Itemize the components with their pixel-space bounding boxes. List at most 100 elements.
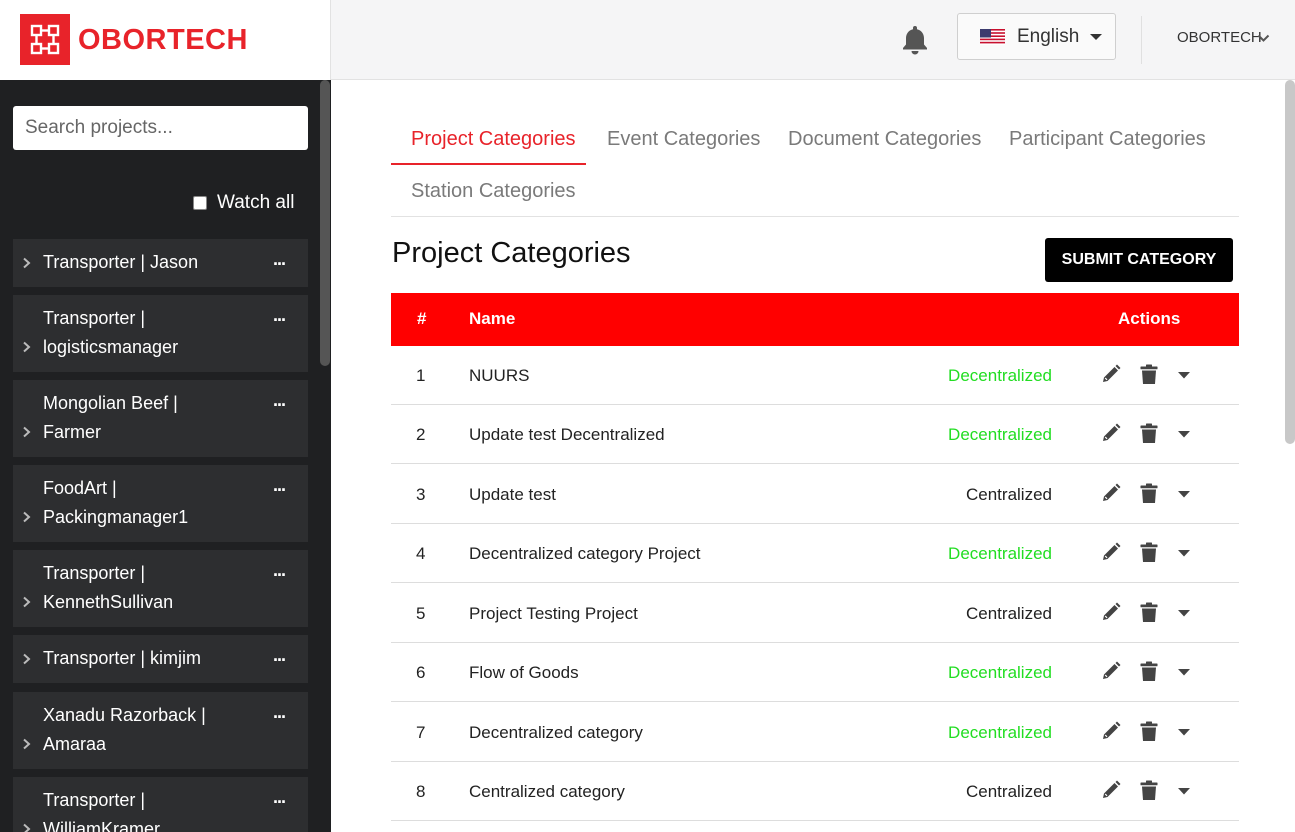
pencil-icon[interactable]	[1101, 423, 1121, 443]
sidebar-project-item[interactable]: Mongolian Beef | Farmer ...	[13, 380, 308, 457]
category-type: Centralized	[966, 604, 1052, 623]
us-flag-icon	[980, 29, 1005, 45]
pencil-icon[interactable]	[1101, 602, 1121, 622]
column-header-actions: Actions	[1118, 309, 1181, 328]
category-type: Centralized	[966, 485, 1052, 504]
user-menu[interactable]: OBORTECH	[1177, 29, 1262, 46]
table-row[interactable]: 2 Update test Decentralized Decentralized	[391, 405, 1239, 464]
table-row[interactable]: 4 Decentralized category Project Decentral…	[391, 524, 1239, 583]
more-options-icon[interactable]: ...	[273, 305, 286, 326]
trash-icon[interactable]	[1140, 542, 1158, 563]
sidebar-project-item[interactable]: Transporter | KennethSullivan ...	[13, 550, 308, 627]
sidebar-project-item[interactable]: Transporter | WilliamKramer ...	[13, 777, 308, 832]
table-row[interactable]: 6 Flow of Goods Decentralized	[391, 643, 1239, 702]
more-options-icon[interactable]: ...	[273, 787, 286, 808]
caret-down-icon	[1090, 34, 1102, 40]
trash-icon[interactable]	[1140, 721, 1158, 742]
table-row[interactable]: 7 Decentralized category Decentralized	[391, 703, 1239, 762]
row-number: 7	[416, 723, 426, 742]
trash-icon[interactable]	[1140, 483, 1158, 504]
more-options-icon[interactable]: ...	[273, 390, 286, 411]
caret-down-icon[interactable]	[1177, 608, 1191, 618]
chevron-right-icon[interactable]	[22, 823, 32, 832]
chevron-right-icon[interactable]	[22, 653, 32, 665]
row-number: 6	[416, 663, 426, 682]
column-header-number: #	[417, 309, 427, 328]
tab-project-categories[interactable]: Project Categories	[411, 128, 576, 151]
pencil-icon[interactable]	[1101, 780, 1121, 800]
tab-station-categories[interactable]: Station Categories	[411, 180, 576, 203]
chevron-right-icon[interactable]	[22, 341, 32, 353]
chevron-down-icon[interactable]	[1257, 33, 1270, 43]
caret-down-icon[interactable]	[1177, 370, 1191, 380]
table-row[interactable]: 3 Update test Centralized	[391, 465, 1239, 524]
table-row[interactable]: 8 Centralized category Centralized	[391, 762, 1239, 821]
pencil-icon[interactable]	[1101, 721, 1121, 741]
pencil-icon[interactable]	[1101, 364, 1121, 384]
more-options-icon[interactable]: ...	[273, 560, 286, 581]
search-input[interactable]	[13, 106, 308, 150]
caret-down-icon[interactable]	[1177, 786, 1191, 796]
sidebar: Watch all Transporter | Jason ... Transp…	[0, 80, 331, 832]
watch-all-label: Watch all	[217, 192, 295, 213]
watch-all-checkbox[interactable]	[193, 196, 207, 210]
category-type: Decentralized	[948, 544, 1052, 563]
submit-category-button[interactable]: SUBMIT CATEGORY	[1045, 238, 1233, 282]
category-name: Decentralized category	[469, 723, 643, 742]
table-row[interactable]: 5 Project Testing Project Centralized	[391, 584, 1239, 643]
sidebar-project-item[interactable]: Transporter | Jason ...	[13, 239, 308, 287]
row-number: 5	[416, 604, 426, 623]
sidebar-scrollbar-thumb[interactable]	[320, 80, 330, 366]
pencil-icon[interactable]	[1101, 661, 1121, 681]
chevron-right-icon[interactable]	[22, 426, 32, 438]
sidebar-project-item[interactable]: Xanadu Razorback | Amaraa ...	[13, 692, 308, 769]
bell-icon[interactable]	[901, 24, 929, 56]
caret-down-icon[interactable]	[1177, 667, 1191, 677]
trash-icon[interactable]	[1140, 602, 1158, 623]
more-options-icon[interactable]: ...	[273, 475, 286, 496]
row-number: 8	[416, 782, 426, 801]
trash-icon[interactable]	[1140, 423, 1158, 444]
pencil-icon[interactable]	[1101, 483, 1121, 503]
more-options-icon[interactable]: ...	[273, 645, 286, 666]
table-row[interactable]: 1 NUURS Decentralized	[391, 346, 1239, 405]
sidebar-project-item[interactable]: FoodArt | Packingmanager1 ...	[13, 465, 308, 542]
column-header-name[interactable]: Name	[469, 309, 515, 329]
brand-name[interactable]: OBORTECH	[78, 24, 248, 56]
project-name: FoodArt | Packingmanager1	[43, 478, 189, 527]
row-number: 3	[416, 485, 426, 504]
tabs-divider	[391, 216, 1239, 217]
chevron-right-icon[interactable]	[22, 257, 32, 269]
tab-participant-categories[interactable]: Participant Categories	[1009, 128, 1206, 151]
chevron-right-icon[interactable]	[22, 738, 32, 750]
tab-document-categories[interactable]: Document Categories	[788, 128, 981, 151]
trash-icon[interactable]	[1140, 780, 1158, 801]
category-type: Decentralized	[948, 425, 1052, 444]
watch-all-toggle[interactable]: Watch all	[193, 192, 294, 214]
logo-mark-icon[interactable]	[20, 14, 70, 65]
trash-icon[interactable]	[1140, 364, 1158, 385]
tab-event-categories[interactable]: Event Categories	[607, 128, 760, 151]
main-scrollbar-thumb[interactable]	[1285, 80, 1295, 444]
category-name: NUURS	[469, 366, 530, 385]
caret-down-icon[interactable]	[1177, 727, 1191, 737]
row-number: 2	[416, 425, 426, 444]
language-select[interactable]: English	[957, 13, 1116, 60]
trash-icon[interactable]	[1140, 661, 1158, 682]
project-name: Mongolian Beef | Farmer	[43, 393, 178, 442]
pencil-icon[interactable]	[1101, 542, 1121, 562]
row-number: 4	[416, 544, 426, 563]
chevron-right-icon[interactable]	[22, 596, 32, 608]
more-options-icon[interactable]: ...	[273, 702, 286, 723]
active-tab-indicator	[391, 163, 586, 165]
more-options-icon[interactable]: ...	[273, 249, 286, 270]
caret-down-icon[interactable]	[1177, 489, 1191, 499]
caret-down-icon[interactable]	[1177, 429, 1191, 439]
table-header: # Name Actions	[391, 293, 1239, 346]
sidebar-project-item[interactable]: Transporter | kimjim ...	[13, 635, 308, 683]
caret-down-icon[interactable]	[1177, 548, 1191, 558]
sidebar-project-item[interactable]: Transporter | logisticsmanager ...	[13, 295, 308, 372]
chevron-right-icon[interactable]	[22, 511, 32, 523]
project-name: Transporter | WilliamKramer	[43, 790, 160, 832]
category-type: Decentralized	[948, 723, 1052, 742]
